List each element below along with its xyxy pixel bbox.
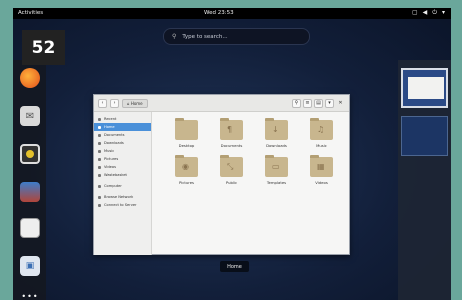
pictures-icon (98, 157, 101, 161)
folder-label: Documents (220, 143, 243, 148)
back-button[interactable]: ‹ (98, 98, 107, 108)
videos-icon (98, 165, 101, 169)
folder-label: Pictures (178, 180, 195, 185)
folder-label: Downloads (266, 143, 287, 148)
sidebar-item-downloads[interactable]: Downloads (94, 139, 151, 147)
window-caption: Home (220, 261, 249, 272)
page-number-badge: 52 (22, 30, 65, 65)
music-icon (98, 149, 101, 153)
dash: ✉ ▣ ••• (13, 60, 46, 300)
list-view-icon[interactable]: ▤ (314, 98, 323, 108)
sidebar-item-label: Videos (104, 165, 116, 169)
workspace-thumbnail-1[interactable] (401, 68, 448, 108)
search-icon[interactable]: ⚲ (292, 98, 301, 108)
sidebar-item-home[interactable]: Home (94, 123, 151, 131)
folder-music[interactable]: ♫ Music (299, 118, 344, 148)
workspace-thumbnail-2[interactable] (401, 116, 448, 156)
speaker-icon[interactable] (20, 144, 40, 164)
sidebar-item-label: Browse Network (104, 195, 134, 199)
top-bar: Activities Wed 23:53 ▢ ◀ ⏻ ▾ (13, 8, 451, 19)
software-icon[interactable]: ▣ (20, 256, 40, 276)
app-grid-icon[interactable]: ••• (20, 292, 40, 300)
folder-icon: ¶ (220, 118, 243, 140)
folder-pictures[interactable]: ◉ Pictures (164, 155, 209, 185)
path-label: Home (130, 100, 143, 106)
sidebar-item-music[interactable]: Music (94, 147, 151, 155)
folder-templates[interactable]: ▭ Templates (254, 155, 299, 185)
chevron-down-icon[interactable]: ▾ (442, 9, 445, 17)
workspace-switcher (398, 60, 451, 300)
volume-icon[interactable]: ◀ (423, 9, 428, 17)
search-placeholder: Type to search... (182, 33, 228, 40)
files-window[interactable]: ‹ › ⌂ Home ⚲ ≡ ▤ ▾ ✕ Recent Home Documen… (93, 94, 350, 255)
downloads-icon (98, 141, 101, 145)
folder-label: Videos (315, 180, 328, 185)
activities-button[interactable]: Activities (18, 10, 43, 16)
recent-icon (98, 117, 101, 121)
sidebar-item-label: Computer (104, 184, 122, 188)
sidebar-item-pictures[interactable]: Pictures (94, 155, 151, 163)
files-header-bar: ‹ › ⌂ Home ⚲ ≡ ▤ ▾ ✕ (94, 95, 349, 112)
trash-icon (98, 173, 101, 177)
folder-label: Public (225, 180, 238, 185)
sidebar-item-computer[interactable]: Computer (94, 182, 151, 190)
sidebar-item-label: Home (104, 125, 115, 129)
sidebar-item-label: Music (104, 149, 115, 153)
folder-icon: ▭ (265, 155, 288, 177)
folder-grid: Desktop ¶ Documents ↓ Downloads ♫ Music ◉ Pi… (164, 118, 344, 185)
server-icon (98, 203, 101, 207)
home-icon (98, 125, 101, 129)
sidebar-item-documents[interactable]: Documents (94, 131, 151, 139)
window-controls: ⚲ ≡ ▤ ▾ ✕ (292, 98, 345, 108)
sidebar-item-label: Pictures (104, 157, 119, 161)
sidebar-item-label: Wastebasket (104, 173, 127, 177)
sidebar-item-label: Documents (104, 133, 125, 137)
folder-label: Templates (266, 180, 287, 185)
folder-icon: ▦ (310, 155, 333, 177)
folder-desktop[interactable]: Desktop (164, 118, 209, 148)
network-icon (98, 195, 101, 199)
folder-icon: ⤡ (220, 155, 243, 177)
folder-icon: ◉ (175, 155, 198, 177)
folder-documents[interactable]: ¶ Documents (209, 118, 254, 148)
search-icon: ⚲ (172, 33, 177, 40)
menu-icon[interactable]: ▾ (325, 98, 334, 108)
folder-label: Desktop (178, 143, 195, 148)
folder-icon: ↓ (265, 118, 288, 140)
sidebar-item-browse-network[interactable]: Browse Network (94, 193, 151, 201)
photos-icon[interactable] (20, 182, 40, 202)
forward-button[interactable]: › (110, 98, 119, 108)
computer-icon (98, 184, 101, 188)
sidebar-item-videos[interactable]: Videos (94, 163, 151, 171)
clock[interactable]: Wed 23:53 (204, 10, 234, 16)
sidebar-item-connect-to-server[interactable]: Connect to Server (94, 201, 151, 209)
sidebar-item-label: Recent (104, 117, 117, 121)
folder-label: Music (316, 143, 327, 148)
mail-icon[interactable]: ✉ (20, 106, 40, 126)
folder-icon (175, 118, 198, 140)
screen-icon[interactable]: ▢ (412, 9, 418, 17)
document-icon[interactable] (20, 218, 40, 238)
sidebar-item-label: Connect to Server (104, 203, 137, 207)
documents-icon (98, 133, 101, 137)
window-thumbnail (408, 77, 444, 99)
folder-downloads[interactable]: ↓ Downloads (254, 118, 299, 148)
search-input[interactable]: ⚲ Type to search... (163, 28, 310, 45)
gnome-overview: Activities Wed 23:53 ▢ ◀ ⏻ ▾ ⚲ Type to s… (13, 8, 451, 300)
places-sidebar: Recent Home Documents Downloads Music Pi… (94, 112, 152, 255)
close-icon[interactable]: ✕ (336, 99, 345, 108)
sidebar-item-label: Downloads (104, 141, 124, 145)
sidebar-item-wastebasket[interactable]: Wastebasket (94, 171, 151, 179)
folder-icon: ♫ (310, 118, 333, 140)
system-tray[interactable]: ▢ ◀ ⏻ ▾ (412, 9, 445, 17)
sidebar-item-recent[interactable]: Recent (94, 115, 151, 123)
folder-public[interactable]: ⤡ Public (209, 155, 254, 185)
view-menu-icon[interactable]: ≡ (303, 98, 312, 108)
folder-videos[interactable]: ▦ Videos (299, 155, 344, 185)
path-breadcrumb[interactable]: ⌂ Home (122, 98, 148, 108)
power-icon[interactable]: ⏻ (432, 9, 437, 17)
firefox-icon[interactable] (20, 68, 40, 88)
